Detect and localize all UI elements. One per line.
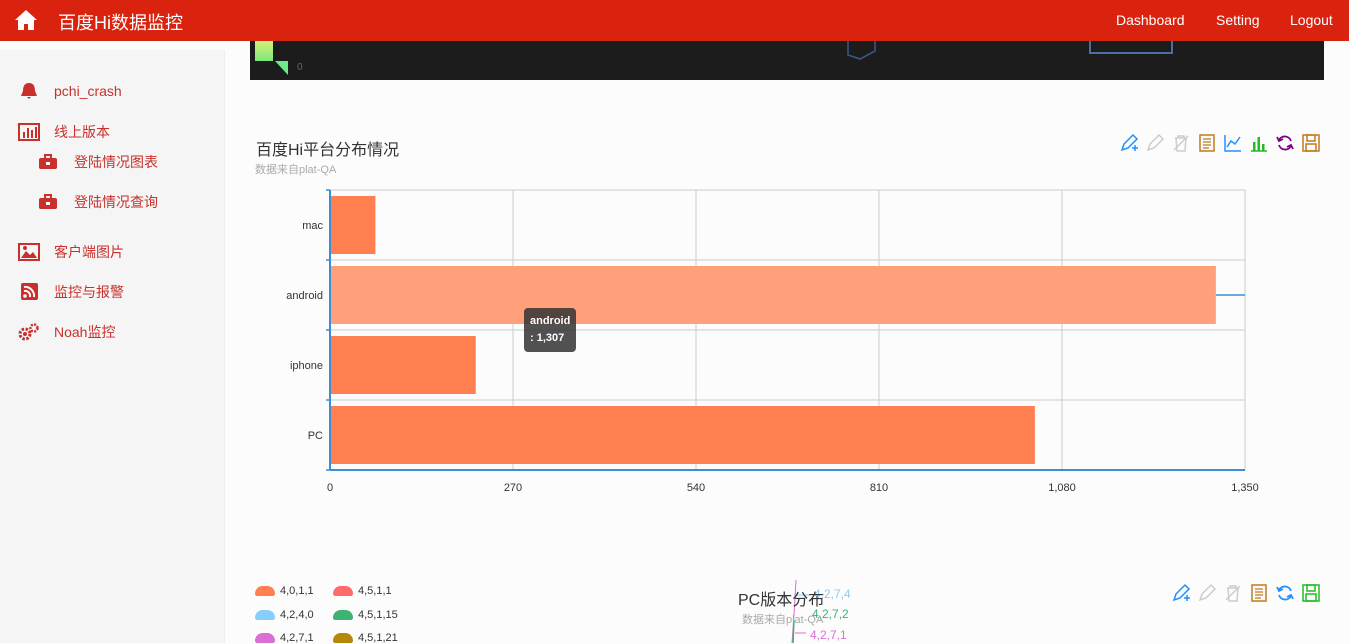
rss-icon (21, 283, 38, 300)
x-tick-label: 810 (870, 482, 888, 494)
chart1-toolbox (1119, 133, 1321, 153)
map-chart-strip: 0 (250, 41, 1324, 80)
sidebar-item-noah[interactable]: Noah监控 (18, 322, 115, 342)
home-icon[interactable] (14, 9, 38, 31)
map-visual (255, 41, 1173, 75)
x-tick-label: 270 (504, 482, 522, 494)
y-category-label: android (286, 290, 323, 302)
data-view-icon[interactable] (1249, 583, 1269, 603)
x-tick-label: 540 (687, 482, 705, 494)
chart1-tooltip: android : 1,307 (524, 308, 577, 352)
legend-item[interactable]: 4,0,1,1 (255, 585, 314, 597)
legend-label: 4,0,1,1 (280, 585, 314, 597)
sidebar-item-label: Noah监控 (54, 324, 116, 340)
sidebar-item-pchi-crash[interactable]: pchi_crash (18, 82, 122, 100)
platform-bar-chart: 0 270 540 810 1,080 1,350 mac android iphone PC (286, 189, 1259, 494)
legend-swatch (255, 633, 275, 643)
legend-item[interactable]: 4,2,7,1 (255, 632, 314, 644)
x-tick-label: 0 (327, 482, 333, 494)
bar (330, 336, 476, 394)
y-category-label: iphone (290, 360, 323, 372)
chart1-title: 百度Hi平台分布情况 (256, 142, 400, 159)
cogs-icon (18, 323, 39, 341)
x-tick-label: 1,350 (1231, 482, 1259, 494)
sidebar-item-label: pchi_crash (54, 83, 122, 99)
data-view-icon[interactable] (1197, 133, 1217, 153)
sidebar-item-label: 登陆情况查询 (74, 194, 158, 210)
save-image-icon[interactable] (1301, 583, 1321, 603)
line-chart-icon[interactable] (1223, 133, 1243, 153)
restore-icon[interactable] (1275, 583, 1295, 603)
legend-swatch (333, 586, 353, 596)
bell-icon (21, 83, 37, 99)
save-image-icon[interactable] (1301, 133, 1321, 153)
mark-undo-icon[interactable] (1197, 583, 1217, 603)
chart2-title: PC版本分布 (738, 592, 825, 609)
mark-undo-icon[interactable] (1145, 133, 1165, 153)
legend-swatch (333, 633, 353, 643)
legend-swatch (255, 586, 275, 596)
sidebar-item-monitor-alarm[interactable]: 监控与报警 (18, 282, 124, 302)
picture-icon (18, 243, 40, 261)
chart1-subtitle: 数据来自plat-QA (255, 164, 337, 176)
sidebar-item-client-images[interactable]: 客户端图片 (18, 242, 124, 262)
legend-swatch (255, 610, 275, 620)
chart2-subtitle: 数据来自plat-QA (742, 614, 824, 626)
tooltip-name: android (530, 315, 571, 327)
bar (330, 196, 376, 254)
legend-item[interactable]: 4,5,1,1 (333, 585, 392, 597)
mark-icon[interactable] (1119, 133, 1139, 153)
sidebar-item-login-chart[interactable]: 登陆情况图表 (38, 152, 158, 172)
sidebar-item-label: 客户端图片 (54, 244, 124, 260)
x-tick-label: 1,080 (1048, 482, 1076, 494)
sidebar-item-label: 监控与报警 (54, 284, 124, 300)
nav-dashboard[interactable]: Dashboard (1116, 12, 1185, 28)
map-scale-bar (255, 41, 273, 61)
bar (330, 406, 1035, 464)
sidebar-item-online-version[interactable]: 线上版本 (18, 122, 110, 142)
chart2-toolbox (1171, 583, 1321, 603)
legend-label: 4,2,7,1 (280, 632, 314, 644)
briefcase-icon (39, 154, 57, 169)
bar-chart-icon (18, 123, 40, 141)
mark-clear-icon[interactable] (1223, 583, 1243, 603)
mark-clear-icon[interactable] (1171, 133, 1191, 153)
sidebar-item-login-query[interactable]: 登陆情况查询 (38, 192, 158, 212)
bar (330, 266, 1216, 324)
bar-chart-icon[interactable] (1249, 133, 1269, 153)
mark-icon[interactable] (1171, 583, 1191, 603)
legend-label: 4,5,1,15 (358, 609, 398, 621)
nav-logout[interactable]: Logout (1290, 12, 1333, 28)
sidebar-item-label: 线上版本 (54, 124, 110, 140)
legend-item[interactable]: 4,5,1,15 (333, 609, 398, 621)
app-brand[interactable]: 百度Hi数据监控 (58, 9, 183, 35)
legend-item[interactable]: 4,5,1,21 (333, 632, 398, 644)
legend-swatch (333, 610, 353, 620)
pie-label: 4,2,7,1 (810, 628, 847, 642)
y-category-label: mac (302, 220, 323, 232)
legend-label: 4,5,1,21 (358, 632, 398, 644)
y-category-label: PC (308, 430, 323, 442)
top-navbar: 百度Hi数据监控 Dashboard Setting Logout (0, 0, 1349, 41)
tooltip-value: : 1,307 (530, 332, 565, 344)
briefcase-icon (39, 194, 57, 209)
legend-label: 4,5,1,1 (358, 585, 392, 597)
restore-icon[interactable] (1275, 133, 1295, 153)
legend-label: 4,2,4,0 (280, 609, 314, 621)
legend-item[interactable]: 4,2,4,0 (255, 609, 314, 621)
map-scale-label: 0 (297, 62, 303, 73)
sidebar-item-label: 登陆情况图表 (74, 154, 158, 170)
sidebar: pchi_crash 线上版本 登陆情况图表 登陆情况查询 客户端图片 监控与报… (0, 50, 225, 643)
nav-setting[interactable]: Setting (1216, 12, 1260, 28)
